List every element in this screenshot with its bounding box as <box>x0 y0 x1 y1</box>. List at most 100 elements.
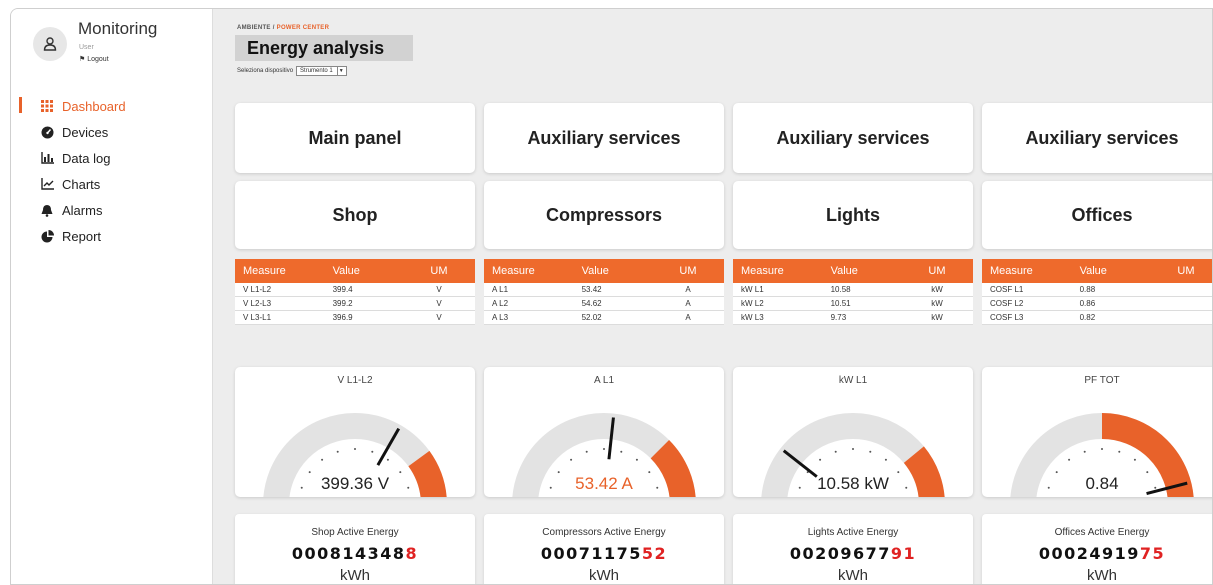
panel-name-card[interactable]: Compressors <box>484 181 724 249</box>
table-header: Measure Value UM <box>982 259 1212 283</box>
unit-cell: V <box>436 299 442 308</box>
measure-cell: kW L3 <box>741 313 764 322</box>
panel-name-card[interactable]: Shop <box>235 181 475 249</box>
counter-digits-red: 75 <box>1139 544 1166 563</box>
grid-icon <box>40 99 54 113</box>
value-cell: 0.82 <box>1079 313 1096 322</box>
energy-unit: kWh <box>340 567 370 584</box>
device-select[interactable]: Strumento 1 ▼ <box>296 66 347 76</box>
logout-label: Logout <box>87 56 109 63</box>
sidebar-item-data-log[interactable]: Data log <box>11 145 212 171</box>
panel-group-card[interactable]: Auxiliary services <box>982 103 1212 173</box>
unit-cell: kW <box>931 285 943 294</box>
table-row: A L1 53.42 A <box>484 283 724 297</box>
sidebar-item-label: Charts <box>62 176 101 192</box>
value-cell: 0.86 <box>1079 299 1096 308</box>
gauge-tick <box>570 458 573 461</box>
gauge-value: 0.84 <box>1085 474 1119 493</box>
panel-name-title: Offices <box>1071 204 1133 225</box>
value-cell: 399.4 <box>332 285 353 294</box>
gauge-tick <box>1133 458 1136 461</box>
device-select-value: Strumento 1 <box>300 68 333 74</box>
column-header: Value <box>830 265 858 277</box>
page-title: Energy analysis <box>235 35 413 61</box>
panel-group-title: Auxiliary services <box>1025 127 1179 148</box>
table-header: Measure Value UM <box>484 259 724 283</box>
column-header: UM <box>1177 265 1195 277</box>
breadcrumb-root[interactable]: AMBIENTE <box>237 25 271 31</box>
gauge-icon <box>40 125 54 139</box>
sidebar-item-label: Data log <box>62 150 111 166</box>
gauge-tick <box>869 450 872 453</box>
user-block: Monitoring User ⚑ Logout <box>33 19 203 75</box>
energy-unit: kWh <box>589 567 619 584</box>
measure-cell: COSF L3 <box>990 313 1024 322</box>
table-header: Measure Value UM <box>733 259 973 283</box>
gauge-tick <box>1118 450 1121 453</box>
value-cell: 399.2 <box>332 299 353 308</box>
sidebar-item-charts[interactable]: Charts <box>11 171 212 197</box>
column-header: UM <box>679 265 697 277</box>
column-header: UM <box>928 265 946 277</box>
bell-icon <box>40 203 54 217</box>
value-cell: 52.02 <box>581 313 602 322</box>
gauge-tick <box>1068 458 1071 461</box>
table-row: COSF L1 0.88 <box>982 283 1212 297</box>
device-selector-row: Seleziona dispositivo Strumento 1 ▼ <box>237 66 347 76</box>
breadcrumb-current: POWER CENTER <box>276 25 330 31</box>
gauge-tick <box>1055 471 1058 474</box>
sidebar-item-dashboard[interactable]: Dashboard <box>11 93 212 119</box>
column-header: Value <box>1079 265 1107 277</box>
sidebar-item-label: Report <box>62 228 102 244</box>
table-row: COSF L2 0.86 <box>982 297 1212 311</box>
measure-cell: A L2 <box>492 299 509 308</box>
energy-counter-card: Shop Active Energy 0008143488 kWh <box>235 514 475 584</box>
table-row: V L1-L2 399.4 V <box>235 283 475 297</box>
panel-group-title: Main panel <box>308 127 402 148</box>
value-cell: 53.42 <box>581 285 602 294</box>
breadcrumb-separator: / <box>272 25 275 31</box>
gauge-tick <box>336 450 339 453</box>
panel-group-card[interactable]: Main panel <box>235 103 475 173</box>
panel-name-card[interactable]: Lights <box>733 181 973 249</box>
gauge-card: A L1 53.42 A <box>484 367 724 497</box>
table-row: V L3-L1 396.9 V <box>235 311 475 325</box>
value-cell: 0.88 <box>1079 285 1096 294</box>
energy-counter: 0002491975 <box>982 544 1212 563</box>
app-title: Monitoring <box>78 19 158 38</box>
counter-digits: 000814348 <box>291 544 406 563</box>
sidebar-nav: Dashboard Devices Data log Charts Alarms… <box>11 93 212 249</box>
sidebar-item-alarms[interactable]: Alarms <box>11 197 212 223</box>
table-row: A L3 52.02 A <box>484 311 724 325</box>
breadcrumb: AMBIENTE / POWER CENTER <box>237 25 329 31</box>
gauge-tick <box>557 471 560 474</box>
column-header: Value <box>581 265 609 277</box>
value-cell: 396.9 <box>332 313 353 322</box>
measure-cell: A L1 <box>492 285 509 294</box>
measure-cell: V L2-L3 <box>243 299 272 308</box>
sidebar-item-devices[interactable]: Devices <box>11 119 212 145</box>
unit-cell: V <box>436 313 442 322</box>
measure-cell: V L1-L2 <box>243 285 272 294</box>
gauge-tick <box>386 458 389 461</box>
user-icon[interactable] <box>33 27 67 61</box>
unit-cell: A <box>685 313 691 322</box>
unit-cell: V <box>436 285 442 294</box>
gauge-tick <box>648 471 651 474</box>
energy-title: Lights Active Energy <box>807 527 899 538</box>
sidebar-item-label: Devices <box>62 124 109 140</box>
app-window: Monitoring User ⚑ Logout Dashboard Devic… <box>10 8 1213 585</box>
panel-name-card[interactable]: Offices <box>982 181 1212 249</box>
table-row: COSF L3 0.82 <box>982 311 1212 325</box>
unit-cell: A <box>685 285 691 294</box>
gauge-tick <box>1146 471 1149 474</box>
energy-counter-card: Compressors Active Energy 0007117552 kWh <box>484 514 724 584</box>
counter-digits: 00024919 <box>1038 544 1140 563</box>
sidebar-item-report[interactable]: Report <box>11 223 212 249</box>
panel-group-card[interactable]: Auxiliary services <box>733 103 973 173</box>
panel-group-card[interactable]: Auxiliary services <box>484 103 724 173</box>
unit-cell: kW <box>931 299 943 308</box>
sidebar-item-label: Alarms <box>62 202 103 218</box>
logout-link[interactable]: ⚑ Logout <box>79 55 109 63</box>
measure-table: Measure Value UM V L1-L2 399.4 V V L2-L3 39… <box>235 259 475 325</box>
